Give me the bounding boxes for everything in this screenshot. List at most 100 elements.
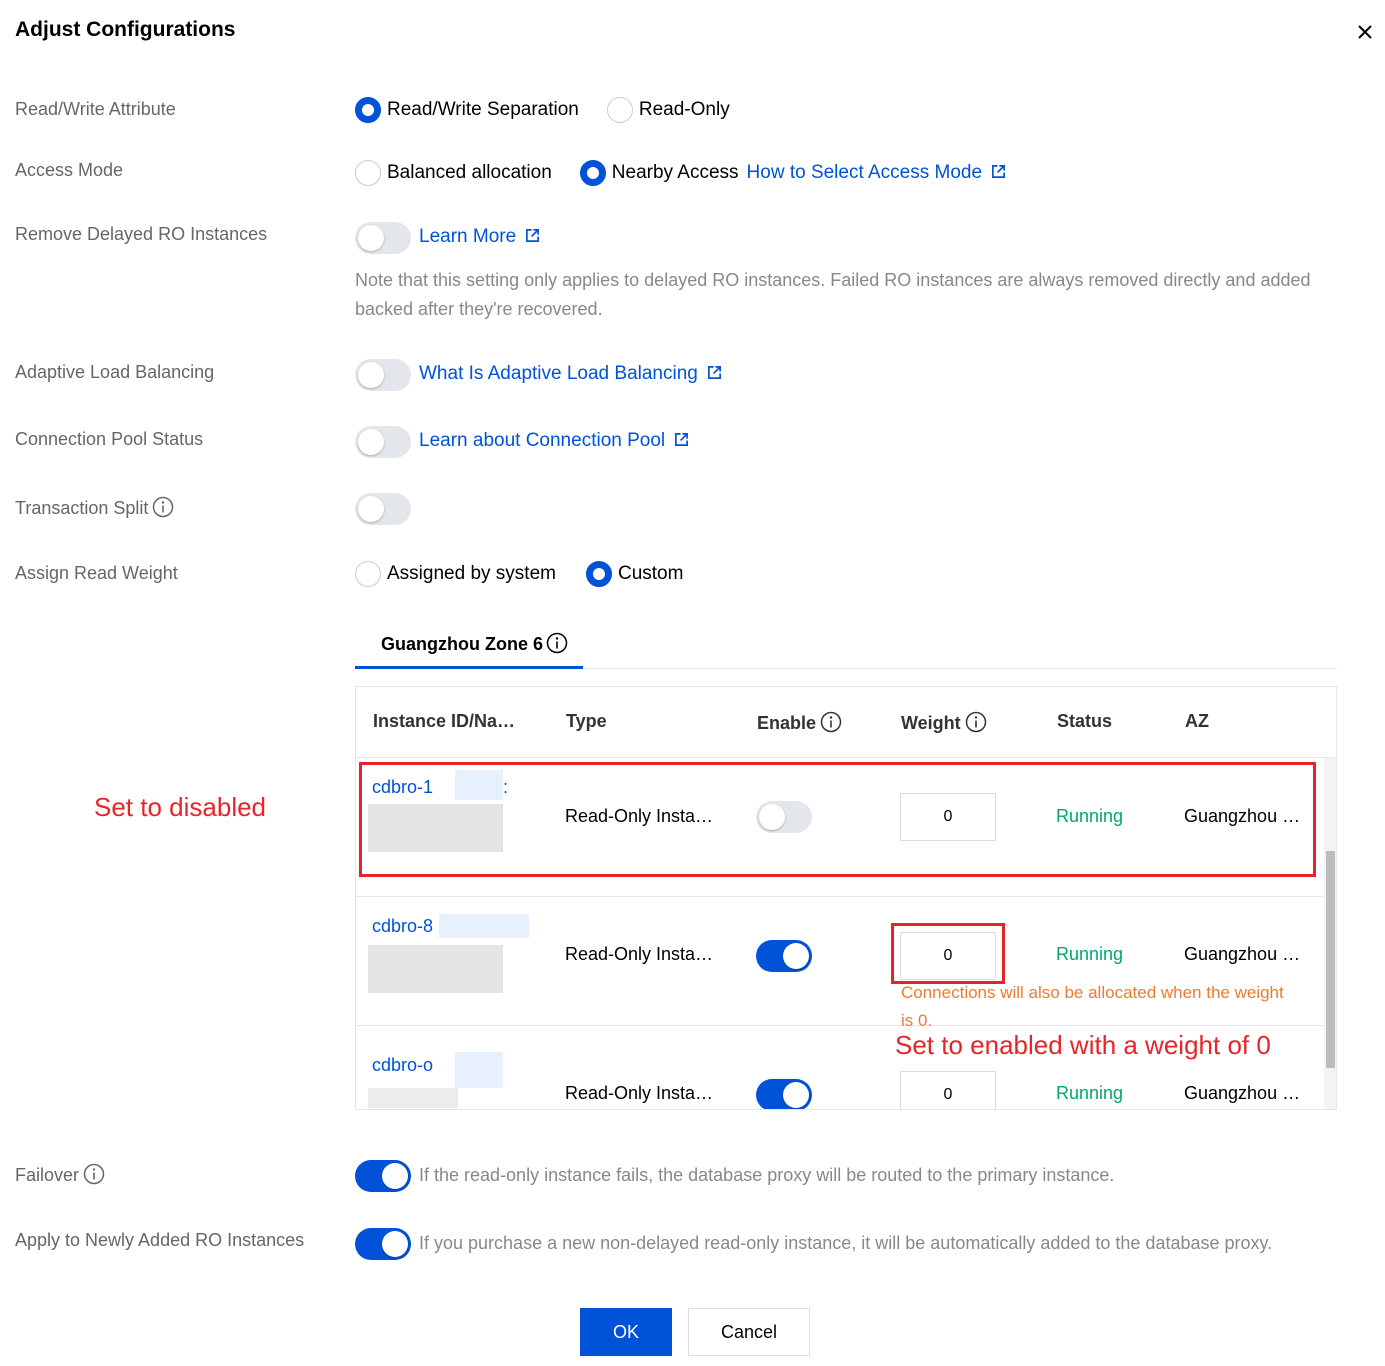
redacted-block: [439, 914, 529, 938]
rw-attribute-radio-group: Read/Write Separation Read-Only: [355, 97, 730, 123]
instance-enable-toggle[interactable]: [756, 1079, 812, 1109]
connection-pool-link[interactable]: Learn about Connection Pool: [419, 430, 689, 452]
instance-type: Read-Only Insta…: [565, 1083, 714, 1103]
tab-active-indicator: [355, 666, 583, 669]
instance-id-link[interactable]: cdbro-8: [372, 916, 433, 937]
instance-type: Read-Only Insta…: [565, 944, 714, 964]
radio-label: Balanced allocation: [387, 162, 552, 183]
redacted-block: [368, 1088, 458, 1108]
radio-unselected-icon: [355, 561, 381, 587]
toggle-knob: [783, 943, 809, 969]
info-icon[interactable]: [546, 632, 568, 654]
radio-label: Read/Write Separation: [387, 99, 579, 120]
az-value: Guangzhou …: [1184, 944, 1301, 964]
radio-label: Read-Only: [638, 99, 730, 120]
toggle-knob: [783, 1082, 809, 1108]
external-link-icon: [675, 433, 689, 446]
apply-new-hint: If you purchase a new non-delayed read-o…: [419, 1233, 1273, 1253]
radio-assigned-by-system[interactable]: Assigned by system: [355, 561, 556, 587]
header-text: Weight: [901, 713, 961, 733]
apply-new-toggle[interactable]: [355, 1228, 411, 1260]
transaction-split-toggle[interactable]: [355, 493, 411, 525]
radio-balanced-allocation[interactable]: Balanced allocation: [355, 160, 552, 186]
remove-delayed-note: Note that this setting only applies to d…: [355, 270, 1311, 319]
instance-id-text: cdbro-o: [372, 1055, 434, 1075]
status-running: Running: [1056, 944, 1124, 964]
radio-read-only[interactable]: Read-Only: [606, 97, 730, 123]
adaptive-lb-label: Adaptive Load Balancing: [15, 362, 215, 382]
link-text: Learn More: [419, 226, 517, 247]
apply-new-label: Apply to Newly Added RO Instances: [15, 1230, 305, 1250]
header-text: Enable: [757, 713, 817, 733]
ok-button[interactable]: OK: [580, 1308, 672, 1356]
column-header-type: Type: [566, 711, 607, 731]
weight-input[interactable]: [900, 1071, 996, 1109]
toggle-knob: [382, 1231, 408, 1257]
connection-pool-toggle[interactable]: [355, 426, 411, 458]
connection-pool-label: Connection Pool Status: [15, 429, 204, 449]
radio-label: Nearby Access: [611, 162, 739, 183]
close-icon[interactable]: [1353, 20, 1377, 44]
transaction-split-label: Transaction Split: [15, 496, 174, 519]
remove-delayed-toggle[interactable]: [355, 222, 411, 254]
tab-label: Guangzhou Zone 6: [381, 634, 543, 654]
toggle-knob: [358, 225, 384, 251]
radio-label: Custom: [617, 563, 684, 584]
toggle-knob: [358, 362, 384, 388]
external-link-icon: [526, 229, 540, 242]
radio-selected-icon: [585, 561, 612, 587]
radio-read-write-separation[interactable]: Read/Write Separation: [355, 97, 579, 123]
info-icon[interactable]: [152, 496, 174, 518]
link-text: How to Select Access Mode: [746, 162, 983, 183]
info-icon[interactable]: [820, 711, 842, 733]
az-value: Guangzhou …: [1184, 1083, 1301, 1103]
column-header-status: Status: [1057, 711, 1113, 731]
column-header-weight: Weight: [901, 711, 987, 734]
failover-toggle[interactable]: [355, 1160, 411, 1192]
radio-unselected-icon: [606, 97, 633, 123]
link-text: Learn about Connection Pool: [419, 430, 666, 451]
status-running: Running: [1056, 1083, 1124, 1103]
info-icon[interactable]: [965, 711, 987, 733]
external-link-icon: [992, 165, 1005, 178]
failover-label: Failover: [15, 1163, 105, 1186]
rw-attribute-label: Read/Write Attribute: [15, 99, 176, 119]
redacted-block: [368, 945, 503, 993]
annotation-text-disabled: Set to disabled: [94, 792, 267, 822]
access-mode-radio-group: Balanced allocation Nearby Access How to…: [355, 160, 1006, 186]
toggle-knob: [382, 1163, 408, 1189]
info-icon[interactable]: [83, 1163, 105, 1185]
adaptive-lb-link[interactable]: What Is Adaptive Load Balancing: [419, 363, 722, 385]
toggle-knob: [358, 496, 384, 522]
dialog-title: Adjust Configurations: [15, 18, 236, 41]
radio-unselected-icon: [355, 160, 381, 186]
adaptive-lb-toggle[interactable]: [355, 359, 411, 391]
read-weight-radio-group: Assigned by system Custom: [355, 561, 683, 587]
column-header-instance: Instance ID/Na…: [373, 711, 516, 731]
instance-enable-toggle[interactable]: [756, 940, 812, 972]
link-text: What Is Adaptive Load Balancing: [419, 363, 698, 384]
instance-id-link[interactable]: cdbro-o: [372, 1055, 433, 1076]
radio-selected-icon: [355, 97, 381, 123]
instance-id-text: cdbro-8: [372, 916, 434, 936]
cancel-button[interactable]: Cancel: [688, 1308, 810, 1356]
column-header-az: AZ: [1185, 711, 1209, 731]
tab-guangzhou-zone-6[interactable]: Guangzhou Zone 6: [381, 632, 568, 655]
external-link-icon: [707, 366, 721, 379]
label-text: Transaction Split: [15, 498, 149, 518]
access-mode-help-link[interactable]: How to Select Access Mode: [747, 162, 1007, 184]
toggle-knob: [358, 429, 384, 455]
radio-label: Assigned by system: [387, 563, 556, 584]
radio-nearby-access[interactable]: Nearby Access: [579, 160, 739, 186]
table-row: cdbro-8 Read-Only Insta… Running Guangzh…: [356, 887, 1324, 1030]
remove-delayed-label: Remove Delayed RO Instances: [15, 224, 268, 244]
redacted-block: [455, 1052, 503, 1088]
access-mode-label: Access Mode: [15, 160, 124, 180]
radio-custom[interactable]: Custom: [585, 561, 684, 587]
column-header-enable: Enable: [757, 711, 842, 734]
label-text: Failover: [15, 1165, 80, 1185]
learn-more-link[interactable]: Learn More: [419, 226, 540, 248]
table-scrollbar-thumb[interactable]: [1326, 851, 1335, 1068]
annotation-text-enabled: Set to enabled with a weight of 0: [895, 1030, 1271, 1060]
radio-selected-icon: [579, 160, 606, 186]
